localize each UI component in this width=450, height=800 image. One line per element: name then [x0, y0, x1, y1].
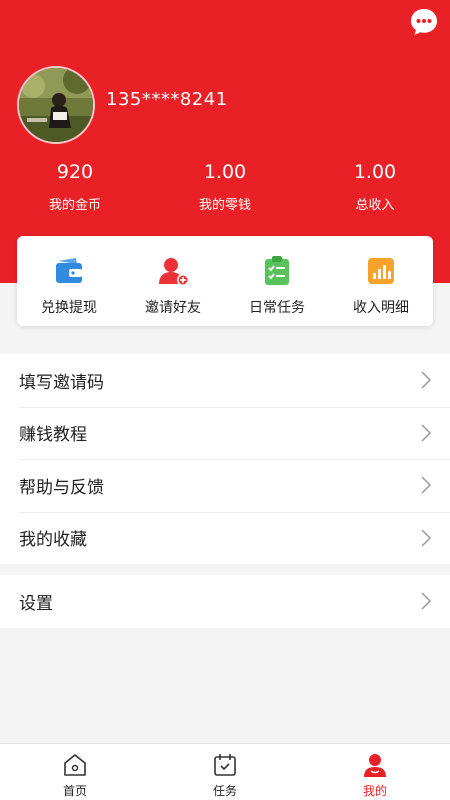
menu-item-label: 填写邀请码: [19, 372, 104, 393]
tab-tasks[interactable]: 任务: [150, 744, 300, 800]
task-calendar-icon: [214, 754, 236, 776]
stat-label: 总收入: [355, 198, 395, 213]
stat-value: 920: [56, 161, 94, 183]
stats-row: 920 我的金币 1.00 我的零钱 1.00 总收入: [0, 158, 450, 218]
stat-label: 我的金币: [48, 198, 101, 213]
stat-value: 1.00: [203, 161, 247, 183]
menu-list: 填写邀请码 赚钱教程 帮助与反馈 我的收藏: [0, 354, 450, 564]
menu-item-label: 设置: [19, 593, 53, 614]
avatar-photo: [19, 68, 93, 142]
menu-item-help-feedback[interactable]: 帮助与反馈: [0, 459, 450, 512]
stat-label: 我的零钱: [198, 198, 251, 213]
menu-item-label: 帮助与反馈: [19, 477, 104, 498]
chevron-right-icon: [421, 476, 432, 494]
quick-action-daily-task[interactable]: 日常任务: [225, 236, 329, 326]
menu-item-tutorial[interactable]: 赚钱教程: [0, 406, 450, 460]
quick-action-label: 日常任务: [249, 300, 305, 316]
user-phone: 135****8241: [106, 89, 228, 110]
invite-friend-icon: [159, 258, 189, 286]
chevron-right-icon: [421, 592, 432, 610]
chevron-right-icon: [421, 371, 432, 389]
settings-list: 设置: [0, 575, 450, 628]
quick-action-withdraw[interactable]: 兑换提现: [17, 236, 121, 326]
tab-mine[interactable]: 我的: [300, 744, 450, 800]
stat-change[interactable]: 1.00 我的零钱: [150, 158, 300, 218]
quick-actions-card: 兑换提现 邀请好友 日常任务 收入明细: [17, 236, 433, 326]
menu-item-invite-code[interactable]: 填写邀请码: [0, 354, 450, 407]
quick-action-label: 兑换提现: [41, 300, 97, 316]
tab-label: 任务: [212, 784, 237, 798]
profile-icon: [364, 754, 386, 777]
daily-task-icon: [265, 256, 289, 285]
quick-action-label: 收入明细: [353, 300, 409, 316]
tab-label: 我的: [362, 784, 387, 798]
chevron-right-icon: [421, 529, 432, 547]
message-icon[interactable]: [408, 6, 440, 38]
stat-total-income[interactable]: 1.00 总收入: [300, 158, 450, 218]
income-chart-icon: [368, 258, 394, 284]
stat-value: 1.00: [353, 161, 397, 183]
tab-label: 首页: [62, 784, 87, 798]
chevron-right-icon: [421, 424, 432, 442]
bottom-tab-bar: 首页 任务 我的: [0, 743, 450, 800]
menu-item-favorites[interactable]: 我的收藏: [0, 511, 450, 565]
menu-item-settings[interactable]: 设置: [0, 575, 450, 628]
quick-action-income-detail[interactable]: 收入明细: [329, 236, 433, 326]
home-icon: [64, 754, 86, 776]
menu-item-label: 赚钱教程: [19, 425, 87, 446]
stat-coins[interactable]: 920 我的金币: [0, 158, 150, 218]
menu-item-label: 我的收藏: [19, 530, 87, 551]
avatar[interactable]: [17, 66, 95, 144]
tab-home[interactable]: 首页: [0, 744, 150, 800]
wallet-icon: [56, 258, 82, 283]
quick-action-label: 邀请好友: [145, 300, 201, 316]
quick-action-invite[interactable]: 邀请好友: [121, 236, 225, 326]
